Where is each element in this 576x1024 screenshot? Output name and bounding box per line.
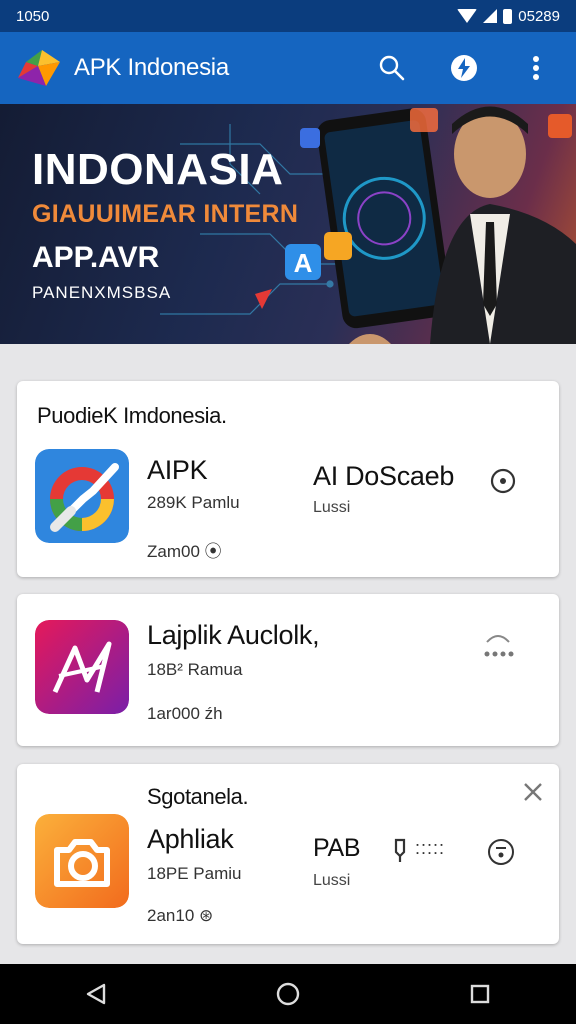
app-secondary-title: AI DoScaeb xyxy=(313,461,455,491)
app-card[interactable]: Sgotanela. Aphliak 18PE Pamiu 2an10 ⊛ PA… xyxy=(17,764,559,944)
app-subtitle: 18PE Pamiu xyxy=(147,864,242,883)
app-card[interactable]: PuodieK Imdonesia. AIPK 289K Pamlu Zam00… xyxy=(17,381,559,577)
home-circle-icon xyxy=(276,982,300,1006)
checkmark-app-icon xyxy=(35,449,129,543)
app-subtitle: 289K Pamlu xyxy=(147,493,240,512)
info-circle-icon[interactable] xyxy=(489,467,517,495)
status-right-time: 05289 xyxy=(518,7,560,25)
banner-title: INDONASIA xyxy=(32,145,284,194)
back-triangle-icon xyxy=(86,983,106,1005)
app-meta: 2an10 ⊛ xyxy=(147,906,214,925)
search-icon xyxy=(379,55,405,81)
app-icon-camera[interactable] xyxy=(35,814,129,908)
app-icon-check[interactable] xyxy=(35,449,129,543)
download-icon[interactable] xyxy=(391,838,409,864)
app-secondary-subtitle: Lussi xyxy=(313,872,351,889)
home-button[interactable] xyxy=(258,964,318,1024)
progress-dots: ::::: xyxy=(415,838,446,858)
signal-icon xyxy=(483,9,498,23)
status-time: 1050 xyxy=(16,7,50,25)
battery-icon xyxy=(503,8,513,24)
app-bar: APK Indonesia xyxy=(0,32,576,104)
recents-square-icon xyxy=(470,984,490,1004)
card-heading: PuodieK Imdonesia. xyxy=(37,403,227,428)
recents-button[interactable] xyxy=(450,964,510,1024)
boost-button[interactable] xyxy=(440,44,488,92)
app-title: APK Indonesia xyxy=(74,54,229,81)
app-secondary-title: PAB xyxy=(313,834,361,862)
more-horiz-icon[interactable] xyxy=(481,628,515,662)
app-icon-a[interactable] xyxy=(35,620,129,714)
banner-text: INDONASIA GIAUUIMEAR INTERN APP.AVR PANE… xyxy=(32,148,298,303)
banner-subtitle: GIAUUIMEAR INTERN xyxy=(32,200,299,228)
app-name: AIPK xyxy=(147,455,208,485)
app-name: Lajplik Auclolk, xyxy=(147,620,320,650)
more-options-button[interactable] xyxy=(512,44,560,92)
close-icon[interactable] xyxy=(523,782,543,802)
promo-banner[interactable]: A INDONASIA GIAUUIMEAR INTERN APP.AVR PA… xyxy=(0,104,576,344)
app-meta: Zam00 ⦿ xyxy=(147,542,222,561)
system-nav-bar xyxy=(0,964,576,1024)
camera-app-icon xyxy=(35,814,129,908)
more-vert-icon xyxy=(533,56,539,80)
banner-tagline: APP.AVR xyxy=(32,241,160,274)
search-button[interactable] xyxy=(368,44,416,92)
status-icons: 05289 xyxy=(457,8,560,25)
card-heading: Sgotanela. xyxy=(147,784,249,809)
status-bar: 1050 05289 xyxy=(0,0,576,32)
stylized-a-app-icon xyxy=(35,620,129,714)
wifi-icon xyxy=(457,9,478,23)
bolt-icon xyxy=(451,55,477,81)
app-secondary-subtitle: Lussi xyxy=(313,499,351,516)
info-circle-icon[interactable] xyxy=(485,836,517,868)
brand-logo-icon xyxy=(18,50,60,86)
app-card[interactable]: Lajplik Auclolk, 18B² Ramua 1ar000 źh xyxy=(17,594,559,746)
banner-caption: PANENXMSBSA xyxy=(32,283,172,302)
app-meta: 1ar000 źh xyxy=(147,704,223,723)
app-subtitle: 18B² Ramua xyxy=(147,660,243,679)
app-name: Aphliak xyxy=(147,824,234,854)
back-button[interactable] xyxy=(66,964,126,1024)
